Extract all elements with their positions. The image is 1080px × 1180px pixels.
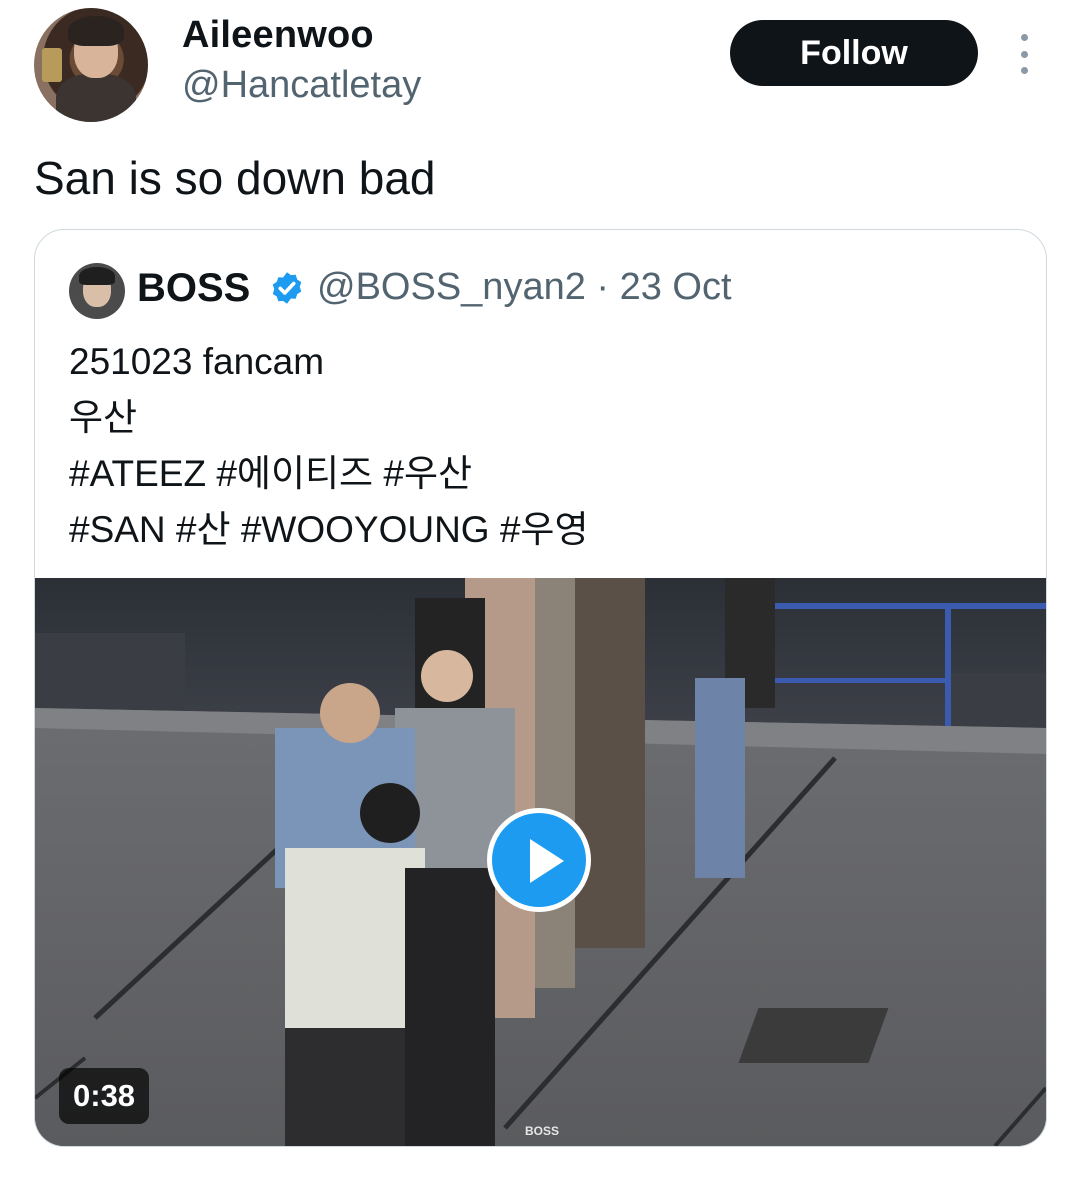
author-avatar[interactable] <box>34 8 148 122</box>
play-icon[interactable] <box>487 808 591 912</box>
video-thumbnail[interactable]: 0:38 BOSS <box>35 578 1046 1146</box>
video-duration: 0:38 <box>59 1068 150 1124</box>
quoted-line: 우산 <box>69 397 138 438</box>
quoted-line: 251023 fancam <box>69 341 325 382</box>
quoted-handle-date[interactable]: @BOSS_nyan2 · 23 Oct <box>317 266 732 309</box>
author-display-name[interactable]: Aileenwoo <box>182 14 374 57</box>
quoted-tweet-text: 251023 fancam 우산 #ATEEZ #에이티즈 #우산 #SAN #… <box>69 334 589 558</box>
author-handle[interactable]: @Hancatletay <box>182 64 421 107</box>
follow-button[interactable]: Follow <box>730 20 978 86</box>
quoted-hashtags[interactable]: #SAN #산 #WOOYOUNG #우영 <box>69 502 589 558</box>
quoted-author-name[interactable]: BOSS <box>137 266 250 311</box>
video-watermark: BOSS <box>525 1124 560 1138</box>
more-options-icon[interactable] <box>1012 34 1036 74</box>
quoted-author-avatar[interactable] <box>69 263 125 319</box>
quoted-tweet-card[interactable]: BOSS @BOSS_nyan2 · 23 Oct 251023 fancam … <box>34 229 1047 1147</box>
verified-badge-icon <box>272 272 302 304</box>
quoted-hashtags[interactable]: #ATEEZ #에이티즈 #우산 <box>69 446 589 502</box>
tweet-text: San is so down bad <box>34 152 436 204</box>
